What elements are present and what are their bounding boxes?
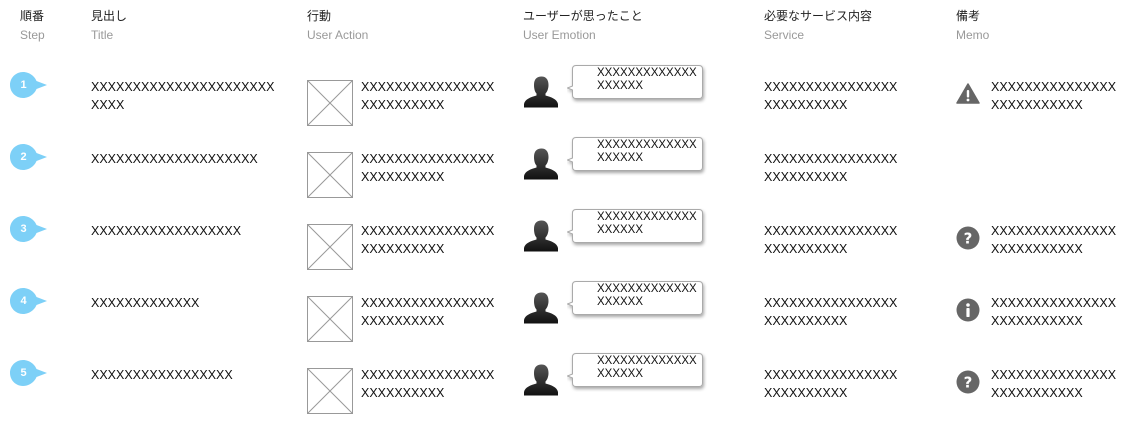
- header-emotion-jp: ユーザーが思ったこと: [523, 9, 643, 23]
- svg-text:?: ?: [964, 230, 973, 248]
- header-action-jp: 行動: [307, 9, 332, 23]
- emotion-speech-bubble: XXXXXXXXXXXXXXXXXXX: [567, 136, 703, 171]
- step-marker: 1: [10, 72, 48, 98]
- step-title: XXXXXXXXXXXXXXXXXX: [91, 224, 242, 238]
- image-placeholder: [307, 80, 353, 126]
- step-marker: 3: [10, 216, 48, 242]
- question-icon: ?: [956, 226, 980, 250]
- user-emotion-text: XXXXXXXXXXXXXXXXXXX: [597, 211, 697, 236]
- user-action-text: XXXXXXXXXXXXXXXXXXXXXXXXXX: [361, 152, 495, 184]
- step-number: 3: [20, 223, 27, 235]
- header-memo: 備考 Memo: [956, 8, 989, 43]
- emotion-speech-bubble: XXXXXXXXXXXXXXXXXXX: [567, 64, 703, 99]
- user-emotion-text: XXXXXXXXXXXXXXXXXXX: [597, 283, 697, 308]
- header-step-jp: 順番: [20, 9, 45, 23]
- user-avatar-icon: [523, 364, 559, 396]
- service-text: XXXXXXXXXXXXXXXXXXXXXXXXXX: [764, 368, 898, 400]
- step-number: 4: [20, 295, 27, 307]
- user-action-text: XXXXXXXXXXXXXXXXXXXXXXXXXX: [361, 224, 495, 256]
- service-text: XXXXXXXXXXXXXXXXXXXXXXXXXX: [764, 224, 898, 256]
- header-memo-jp: 備考: [956, 9, 981, 23]
- header-emotion-en: User Emotion: [523, 28, 596, 42]
- header-action: 行動 User Action: [307, 8, 368, 43]
- step-marker: 4: [10, 288, 48, 314]
- svg-text:?: ?: [964, 374, 973, 392]
- step-marker: 5: [10, 360, 48, 386]
- step-title: XXXXXXXXXXXXXXXXXXXX: [91, 152, 258, 166]
- header-emotion: ユーザーが思ったこと User Emotion: [523, 8, 643, 43]
- step-number: 2: [20, 151, 27, 163]
- memo-text: XXXXXXXXXXXXXXXXXXXXXXXXXX: [991, 368, 1117, 400]
- user-action-text: XXXXXXXXXXXXXXXXXXXXXXXXXX: [361, 80, 495, 112]
- step-number: 1: [20, 79, 27, 91]
- header-action-en: User Action: [307, 28, 369, 42]
- journey-row: 5 XXXXXXXXXXXXXXXXX XXXXXXXXXXXXXXXXXXXXXX…: [0, 350, 1130, 422]
- service-text: XXXXXXXXXXXXXXXXXXXXXXXXXX: [764, 152, 898, 184]
- service-text: XXXXXXXXXXXXXXXXXXXXXXXXXX: [764, 80, 898, 112]
- warning-icon: [956, 82, 980, 106]
- step-title: XXXXXXXXXXXXX: [91, 296, 200, 310]
- user-avatar-icon: [523, 220, 559, 252]
- image-placeholder: [307, 152, 353, 198]
- memo-text: XXXXXXXXXXXXXXXXXXXXXXXXXX: [991, 80, 1117, 112]
- image-placeholder: [307, 368, 353, 414]
- service-text: XXXXXXXXXXXXXXXXXXXXXXXXXX: [764, 296, 898, 328]
- user-emotion-text: XXXXXXXXXXXXXXXXXXX: [597, 139, 697, 164]
- step-number: 5: [20, 367, 27, 379]
- question-icon: ?: [956, 370, 980, 394]
- journey-row: 4 XXXXXXXXXXXXX XXXXXXXXXXXXXXXXXXXXXXXXXX…: [0, 278, 1130, 350]
- header-step: 順番 Step: [20, 8, 45, 43]
- user-action-text: XXXXXXXXXXXXXXXXXXXXXXXXXX: [361, 368, 495, 400]
- memo-text: XXXXXXXXXXXXXXXXXXXXXXXXXX: [991, 224, 1117, 256]
- step-marker: 2: [10, 144, 48, 170]
- user-emotion-text: XXXXXXXXXXXXXXXXXXX: [597, 67, 697, 92]
- journey-row: 1 XXXXXXXXXXXXXXXXXXXXXXXXXX XXXXXXXXXXXXX…: [0, 62, 1130, 134]
- header-title: 見出し Title: [91, 8, 127, 43]
- header-title-en: Title: [91, 28, 114, 42]
- image-placeholder: [307, 296, 353, 342]
- user-avatar-icon: [523, 76, 559, 108]
- header-service: 必要なサービス内容 Service: [764, 8, 872, 43]
- header-memo-en: Memo: [956, 28, 990, 42]
- memo-text: XXXXXXXXXXXXXXXXXXXXXXXXXX: [991, 296, 1117, 328]
- emotion-speech-bubble: XXXXXXXXXXXXXXXXXXX: [567, 280, 703, 315]
- header-title-jp: 見出し: [91, 9, 128, 23]
- user-emotion-text: XXXXXXXXXXXXXXXXXXX: [597, 355, 697, 380]
- header-step-en: Step: [20, 28, 45, 42]
- user-avatar-icon: [523, 148, 559, 180]
- step-title: XXXXXXXXXXXXXXXXXXXXXXXXXX: [91, 80, 275, 112]
- info-icon: [956, 298, 980, 322]
- emotion-speech-bubble: XXXXXXXXXXXXXXXXXXX: [567, 352, 703, 387]
- header-service-jp: 必要なサービス内容: [764, 9, 873, 23]
- emotion-speech-bubble: XXXXXXXXXXXXXXXXXXX: [567, 208, 703, 243]
- journey-row: 3 XXXXXXXXXXXXXXXXXX XXXXXXXXXXXXXXXXXXXXX…: [0, 206, 1130, 278]
- step-title: XXXXXXXXXXXXXXXXX: [91, 368, 233, 382]
- journey-row: 2 XXXXXXXXXXXXXXXXXXXX XXXXXXXXXXXXXXXXXXX…: [0, 134, 1130, 206]
- user-action-text: XXXXXXXXXXXXXXXXXXXXXXXXXX: [361, 296, 495, 328]
- user-avatar-icon: [523, 292, 559, 324]
- header-service-en: Service: [764, 28, 805, 42]
- image-placeholder: [307, 224, 353, 270]
